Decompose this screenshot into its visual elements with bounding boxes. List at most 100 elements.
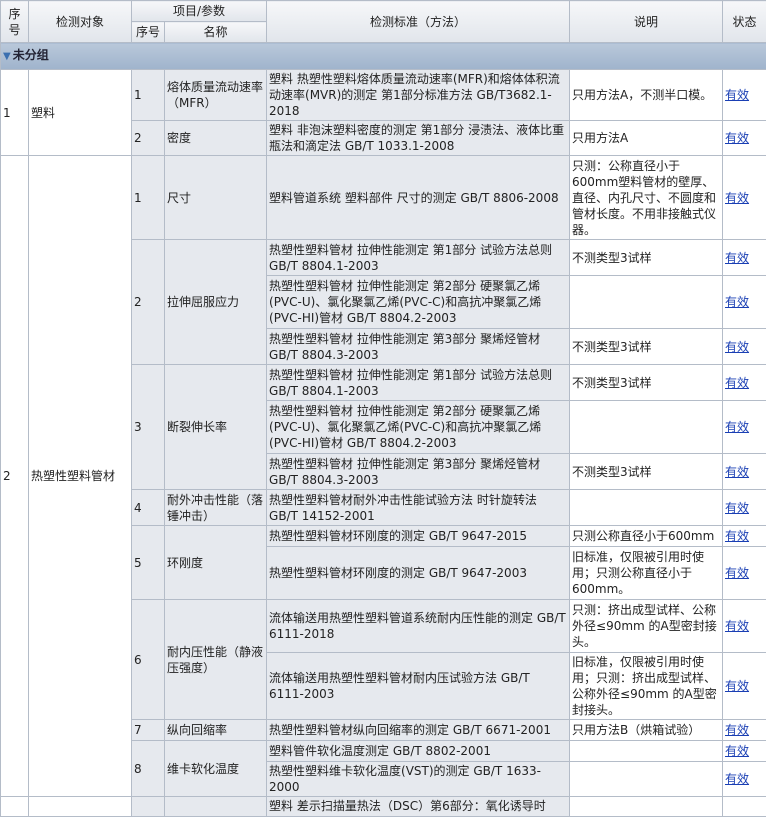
status-cell: 有效: [722, 400, 766, 454]
standard-cell: 热塑性塑料管材 拉伸性能测定 第2部分 硬聚氯乙烯(PVC-U)、氯化聚氯乙烯(…: [266, 400, 571, 454]
note-cell: 不测类型3试样: [569, 328, 724, 365]
note-cell: [569, 796, 724, 817]
col-status-header: 状态: [722, 0, 766, 43]
status-cell: 有效: [722, 69, 766, 121]
table-row: 2 热塑性塑料管材 1 尺寸 塑料管道系统 塑料部件 尺寸的测定 GB/T 8806-2…: [0, 155, 766, 797]
empty-cell: [28, 796, 132, 817]
status-link[interactable]: 有效: [725, 679, 749, 693]
status-link[interactable]: 有效: [725, 340, 749, 354]
note-cell: [569, 489, 724, 526]
standard-cell: 热塑性塑料管材环刚度的测定 GB/T 9647-2003: [266, 546, 571, 600]
standards-table: 序号 检测对象 项目/参数 检测标准（方法） 说明 状态 序号 名称 ▼ 未分组 …: [0, 0, 766, 817]
status-cell: 有效: [722, 275, 766, 329]
collapse-triangle-icon[interactable]: ▼: [3, 51, 11, 62]
table-row: 1 塑料 1 熔体质量流动速率（MFR） 塑料 热塑性塑料熔体质量流动速率(MFR)和熔…: [0, 69, 766, 156]
status-link[interactable]: 有效: [725, 251, 749, 265]
note-cell: 只测：挤出成型试样、公称外径≤90mm 的A型密封接头。: [569, 599, 724, 653]
note-cell: 不测类型3试样: [569, 364, 724, 401]
note-cell: 不测类型3试样: [569, 453, 724, 490]
standard-cell: 热塑性塑料管材环刚度的测定 GB/T 9647-2015: [266, 525, 571, 547]
standard-cell: 塑料 差示扫描量热法（DSC）第6部分：氧化诱导时: [266, 796, 571, 817]
note-cell: 旧标准，仅限被引用时使用；只测公称直径小于600mm。: [569, 546, 724, 600]
status-cell: 有效: [722, 761, 766, 797]
status-cell: 有效: [722, 328, 766, 365]
object-name-cell: 热塑性塑料管材: [28, 155, 132, 797]
item-name-cell: 密度: [163, 120, 268, 156]
item-seq-cell: 5: [131, 525, 165, 600]
note-cell: 旧标准，仅限被引用时使用；只测：挤出成型试样、公称外径≤90mm 的A型密封接头…: [569, 652, 724, 720]
standard-cell: 塑料管件软化温度测定 GB/T 8802-2001: [266, 740, 571, 762]
status-cell: 有效: [722, 652, 766, 720]
item-seq-cell: 1: [131, 155, 165, 240]
item-name-cell: 耐内压性能（静液压强度）: [163, 599, 268, 720]
standard-cell: 塑料 热塑性塑料熔体质量流动速率(MFR)和熔体体积流动速率(MVR)的测定 第…: [266, 69, 571, 121]
standard-cell: 热塑性塑料管材 拉伸性能测定 第3部分 聚烯烃管材 GB/T 8804.3-20…: [266, 328, 571, 365]
status-cell: 有效: [722, 740, 766, 762]
standard-cell: 热塑性塑料维卡软化温度(VST)的测定 GB/T 1633-2000: [266, 761, 571, 797]
object-seq-cell: 1: [0, 69, 29, 156]
standard-cell: 塑料管道系统 塑料部件 尺寸的测定 GB/T 8806-2008: [266, 155, 571, 240]
item-name-cell: 拉伸屈服应力: [163, 239, 268, 365]
status-link[interactable]: 有效: [725, 465, 749, 479]
note-cell: 只测：公称直径小于600mm塑料管材的壁厚、直径、内孔尺寸、不圆度和管材长度。不…: [569, 155, 724, 240]
status-cell: [722, 796, 766, 817]
note-cell: [569, 761, 724, 797]
note-cell: 只用方法B（烘箱试验）: [569, 719, 724, 741]
item-seq-cell: 4: [131, 489, 165, 526]
status-cell: 有效: [722, 155, 766, 240]
status-link[interactable]: 有效: [725, 566, 749, 580]
group-row[interactable]: ▼ 未分组: [0, 42, 766, 70]
note-cell: 只用方法A，不测半口模。: [569, 69, 724, 121]
status-cell: 有效: [722, 599, 766, 653]
item-seq-cell: 1: [131, 69, 165, 121]
status-link[interactable]: 有效: [725, 772, 749, 786]
empty-cell: [131, 796, 165, 817]
status-link[interactable]: 有效: [725, 191, 749, 205]
col-item-seq-header: 序号: [131, 21, 165, 43]
item-name-cell: 环刚度: [163, 525, 268, 600]
status-link[interactable]: 有效: [725, 619, 749, 633]
item-name-cell: 熔体质量流动速率（MFR）: [163, 69, 268, 121]
col-seq-header: 序号: [0, 0, 29, 43]
status-cell: 有效: [722, 239, 766, 276]
empty-cell: [163, 796, 268, 817]
note-cell: 只测公称直径小于600mm: [569, 525, 724, 547]
object-name-cell: 塑料: [28, 69, 132, 156]
status-cell: 有效: [722, 453, 766, 490]
empty-cell: [0, 796, 29, 817]
status-cell: 有效: [722, 546, 766, 600]
item-name-cell: 维卡软化温度: [163, 740, 268, 797]
status-link[interactable]: 有效: [725, 88, 749, 102]
status-cell: 有效: [722, 364, 766, 401]
col-object-header: 检测对象: [28, 0, 132, 43]
table-row: 塑料 差示扫描量热法（DSC）第6部分：氧化诱导时: [0, 796, 766, 817]
status-cell: 有效: [722, 489, 766, 526]
col-item-param-header: 项目/参数: [130, 0, 268, 22]
status-link[interactable]: 有效: [725, 420, 749, 434]
status-link[interactable]: 有效: [725, 744, 749, 758]
col-note-header: 说明: [569, 0, 724, 43]
standard-cell: 热塑性塑料管材 拉伸性能测定 第1部分 试验方法总则 GB/T 8804.1-2…: [266, 364, 571, 401]
status-link[interactable]: 有效: [725, 131, 749, 145]
status-link[interactable]: 有效: [725, 295, 749, 309]
status-link[interactable]: 有效: [725, 529, 749, 543]
status-link[interactable]: 有效: [725, 376, 749, 390]
item-seq-cell: 7: [131, 719, 165, 741]
status-link[interactable]: 有效: [725, 723, 749, 737]
item-name-cell: 尺寸: [163, 155, 268, 240]
note-cell: [569, 740, 724, 762]
standard-cell: 塑料 非泡沫塑料密度的测定 第1部分 浸渍法、液体比重瓶法和滴定法 GB/T 1…: [266, 120, 571, 156]
status-link[interactable]: 有效: [725, 501, 749, 515]
note-cell: 只用方法A: [569, 120, 724, 156]
standard-cell: 热塑性塑料管材纵向回缩率的测定 GB/T 6671-2001: [266, 719, 571, 741]
item-seq-cell: 6: [131, 599, 165, 720]
item-name-cell: 耐外冲击性能（落锤冲击）: [163, 489, 268, 526]
note-cell: [569, 400, 724, 454]
item-seq-cell: 2: [131, 120, 165, 156]
item-seq-cell: 3: [131, 364, 165, 490]
item-seq-cell: 2: [131, 239, 165, 365]
col-item-name-header: 名称: [163, 21, 268, 43]
object-seq-cell: 2: [0, 155, 29, 797]
col-standard-header: 检测标准（方法）: [266, 0, 571, 43]
status-cell: 有效: [722, 120, 766, 156]
